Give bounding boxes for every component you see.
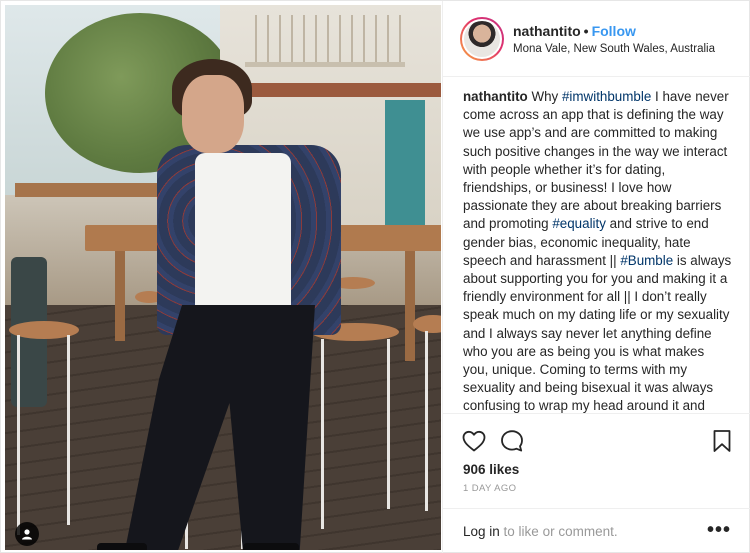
photo-teal-wall <box>385 100 425 230</box>
post-actions: 906 likes 1 DAY AGO Log in to like or co… <box>443 413 750 553</box>
caption-container: nathantito Why #imwithbumble I have neve… <box>443 78 750 413</box>
instagram-post: nathantito • Follow Mona Vale, New South W… <box>0 0 750 553</box>
header-line: nathantito • Follow <box>513 23 715 39</box>
photo-awning <box>235 83 441 97</box>
caption-segment: Why <box>531 89 562 104</box>
photo-stool-leg <box>17 335 20 535</box>
comment-login-row: Log in to like or comment. ••• <box>443 508 750 553</box>
like-count[interactable]: 906 likes <box>463 462 519 477</box>
bookmark-icon[interactable] <box>709 428 735 454</box>
more-options-icon[interactable]: ••• <box>707 519 731 542</box>
photo-stool-leg <box>425 331 428 511</box>
header-username[interactable]: nathantito <box>513 23 581 39</box>
photo-stool-leg <box>387 339 390 509</box>
login-prompt-rest: to like or comment. <box>499 524 618 539</box>
caption-username[interactable]: nathantito <box>463 89 528 104</box>
post-side-panel: nathantito • Follow Mona Vale, New South W… <box>442 1 750 553</box>
login-link[interactable]: Log in <box>463 524 500 539</box>
photo-table-leg <box>405 251 415 361</box>
avatar-story-ring[interactable] <box>460 16 504 61</box>
hashtag-link[interactable]: #Bumble <box>620 253 673 268</box>
photo-person-tee <box>195 153 291 315</box>
action-icons <box>461 428 737 456</box>
photo-person-shoe <box>97 543 147 550</box>
caption-text: nathantito Why #imwithbumble I have neve… <box>463 88 733 413</box>
caption-segment: is always about supporting you for you a… <box>463 252 732 413</box>
caption-segment: I have never come across an app that is … <box>463 89 729 232</box>
post-header: nathantito • Follow Mona Vale, New South W… <box>443 1 750 77</box>
login-prompt: Log in to like or comment. <box>463 524 618 539</box>
photo-stool-leg <box>67 335 70 525</box>
header-separator: • <box>583 22 589 39</box>
location-link[interactable]: Mona Vale, New South Wales, Australia <box>513 43 715 55</box>
hashtag-link[interactable]: #equality <box>552 216 606 231</box>
hashtag-link[interactable]: #imwithbumble <box>562 89 651 104</box>
photo-table-back <box>15 183 175 197</box>
avatar[interactable] <box>462 18 502 59</box>
photo-balcony <box>245 15 405 67</box>
post-timestamp[interactable]: 1 DAY AGO <box>463 483 516 494</box>
header-text: nathantito • Follow Mona Vale, New South W… <box>513 23 715 55</box>
post-photo[interactable] <box>5 5 441 550</box>
heart-icon[interactable] <box>461 428 487 454</box>
photo-person-shoe <box>243 543 299 550</box>
photo-table-leg <box>115 251 125 341</box>
follow-button[interactable]: Follow <box>592 23 636 39</box>
photo-person-face <box>182 75 244 153</box>
comment-icon[interactable] <box>499 428 525 454</box>
photo-stool-leg <box>321 339 324 529</box>
user-tag-icon[interactable] <box>15 522 39 546</box>
